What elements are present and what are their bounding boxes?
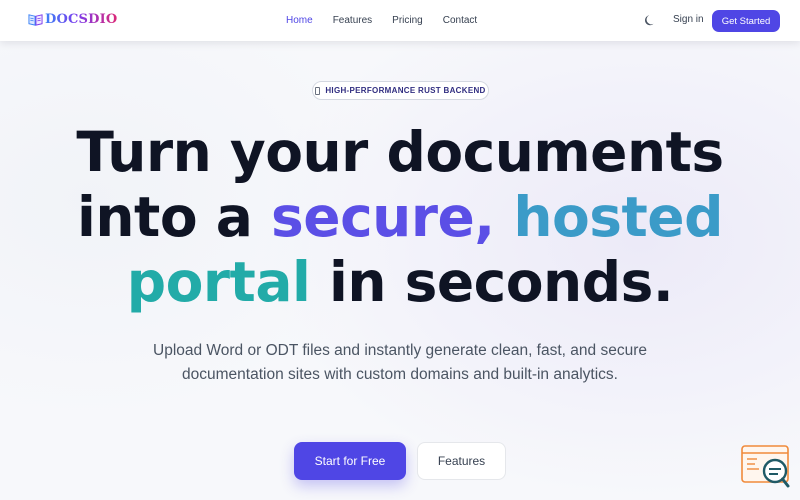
- headline-highlight-secure: secure,: [271, 185, 495, 249]
- sign-in-link[interactable]: Sign in: [673, 14, 704, 25]
- get-started-button[interactable]: Get Started: [712, 10, 780, 32]
- brand-name: DOCSDIO: [45, 12, 118, 27]
- brand-logo[interactable]: DOCSDIO: [28, 12, 117, 27]
- docs-search-widget[interactable]: [741, 445, 791, 489]
- headline-line-1: Turn your documents: [76, 120, 724, 184]
- hero-headline: Turn your documents into a secure, hoste…: [0, 120, 800, 315]
- nav-link-pricing[interactable]: Pricing: [392, 15, 423, 26]
- headline-text: into a: [77, 185, 272, 249]
- headline-line-2: into a secure, hosted: [0, 185, 800, 250]
- search-chat-icon: [741, 445, 790, 488]
- main-nav: Home Features Pricing Contact: [286, 0, 477, 41]
- headline-highlight-hosted: hosted: [513, 185, 723, 249]
- navbar: DOCSDIO Home Features Pricing Contact Si…: [0, 0, 800, 41]
- headline-text-end: in seconds.: [310, 250, 674, 314]
- theme-toggle-button[interactable]: [644, 13, 658, 27]
- badge-label: HIGH-PERFORMANCE RUST BACKEND: [325, 86, 486, 95]
- start-for-free-button[interactable]: Start for Free: [294, 442, 406, 480]
- moon-icon: [644, 15, 654, 26]
- feature-badge: HIGH-PERFORMANCE RUST BACKEND: [312, 81, 489, 100]
- server-icon: [315, 86, 321, 95]
- features-button[interactable]: Features: [417, 442, 506, 480]
- headline-highlight-portal: portal: [126, 250, 311, 314]
- nav-link-features[interactable]: Features: [333, 15, 372, 26]
- headline-line-3: portal in seconds.: [0, 250, 800, 315]
- hero-subheadline: Upload Word or ODT files and instantly g…: [153, 342, 647, 383]
- nav-link-home[interactable]: Home: [286, 15, 313, 26]
- book-icon: [28, 14, 43, 26]
- nav-link-contact[interactable]: Contact: [443, 15, 477, 26]
